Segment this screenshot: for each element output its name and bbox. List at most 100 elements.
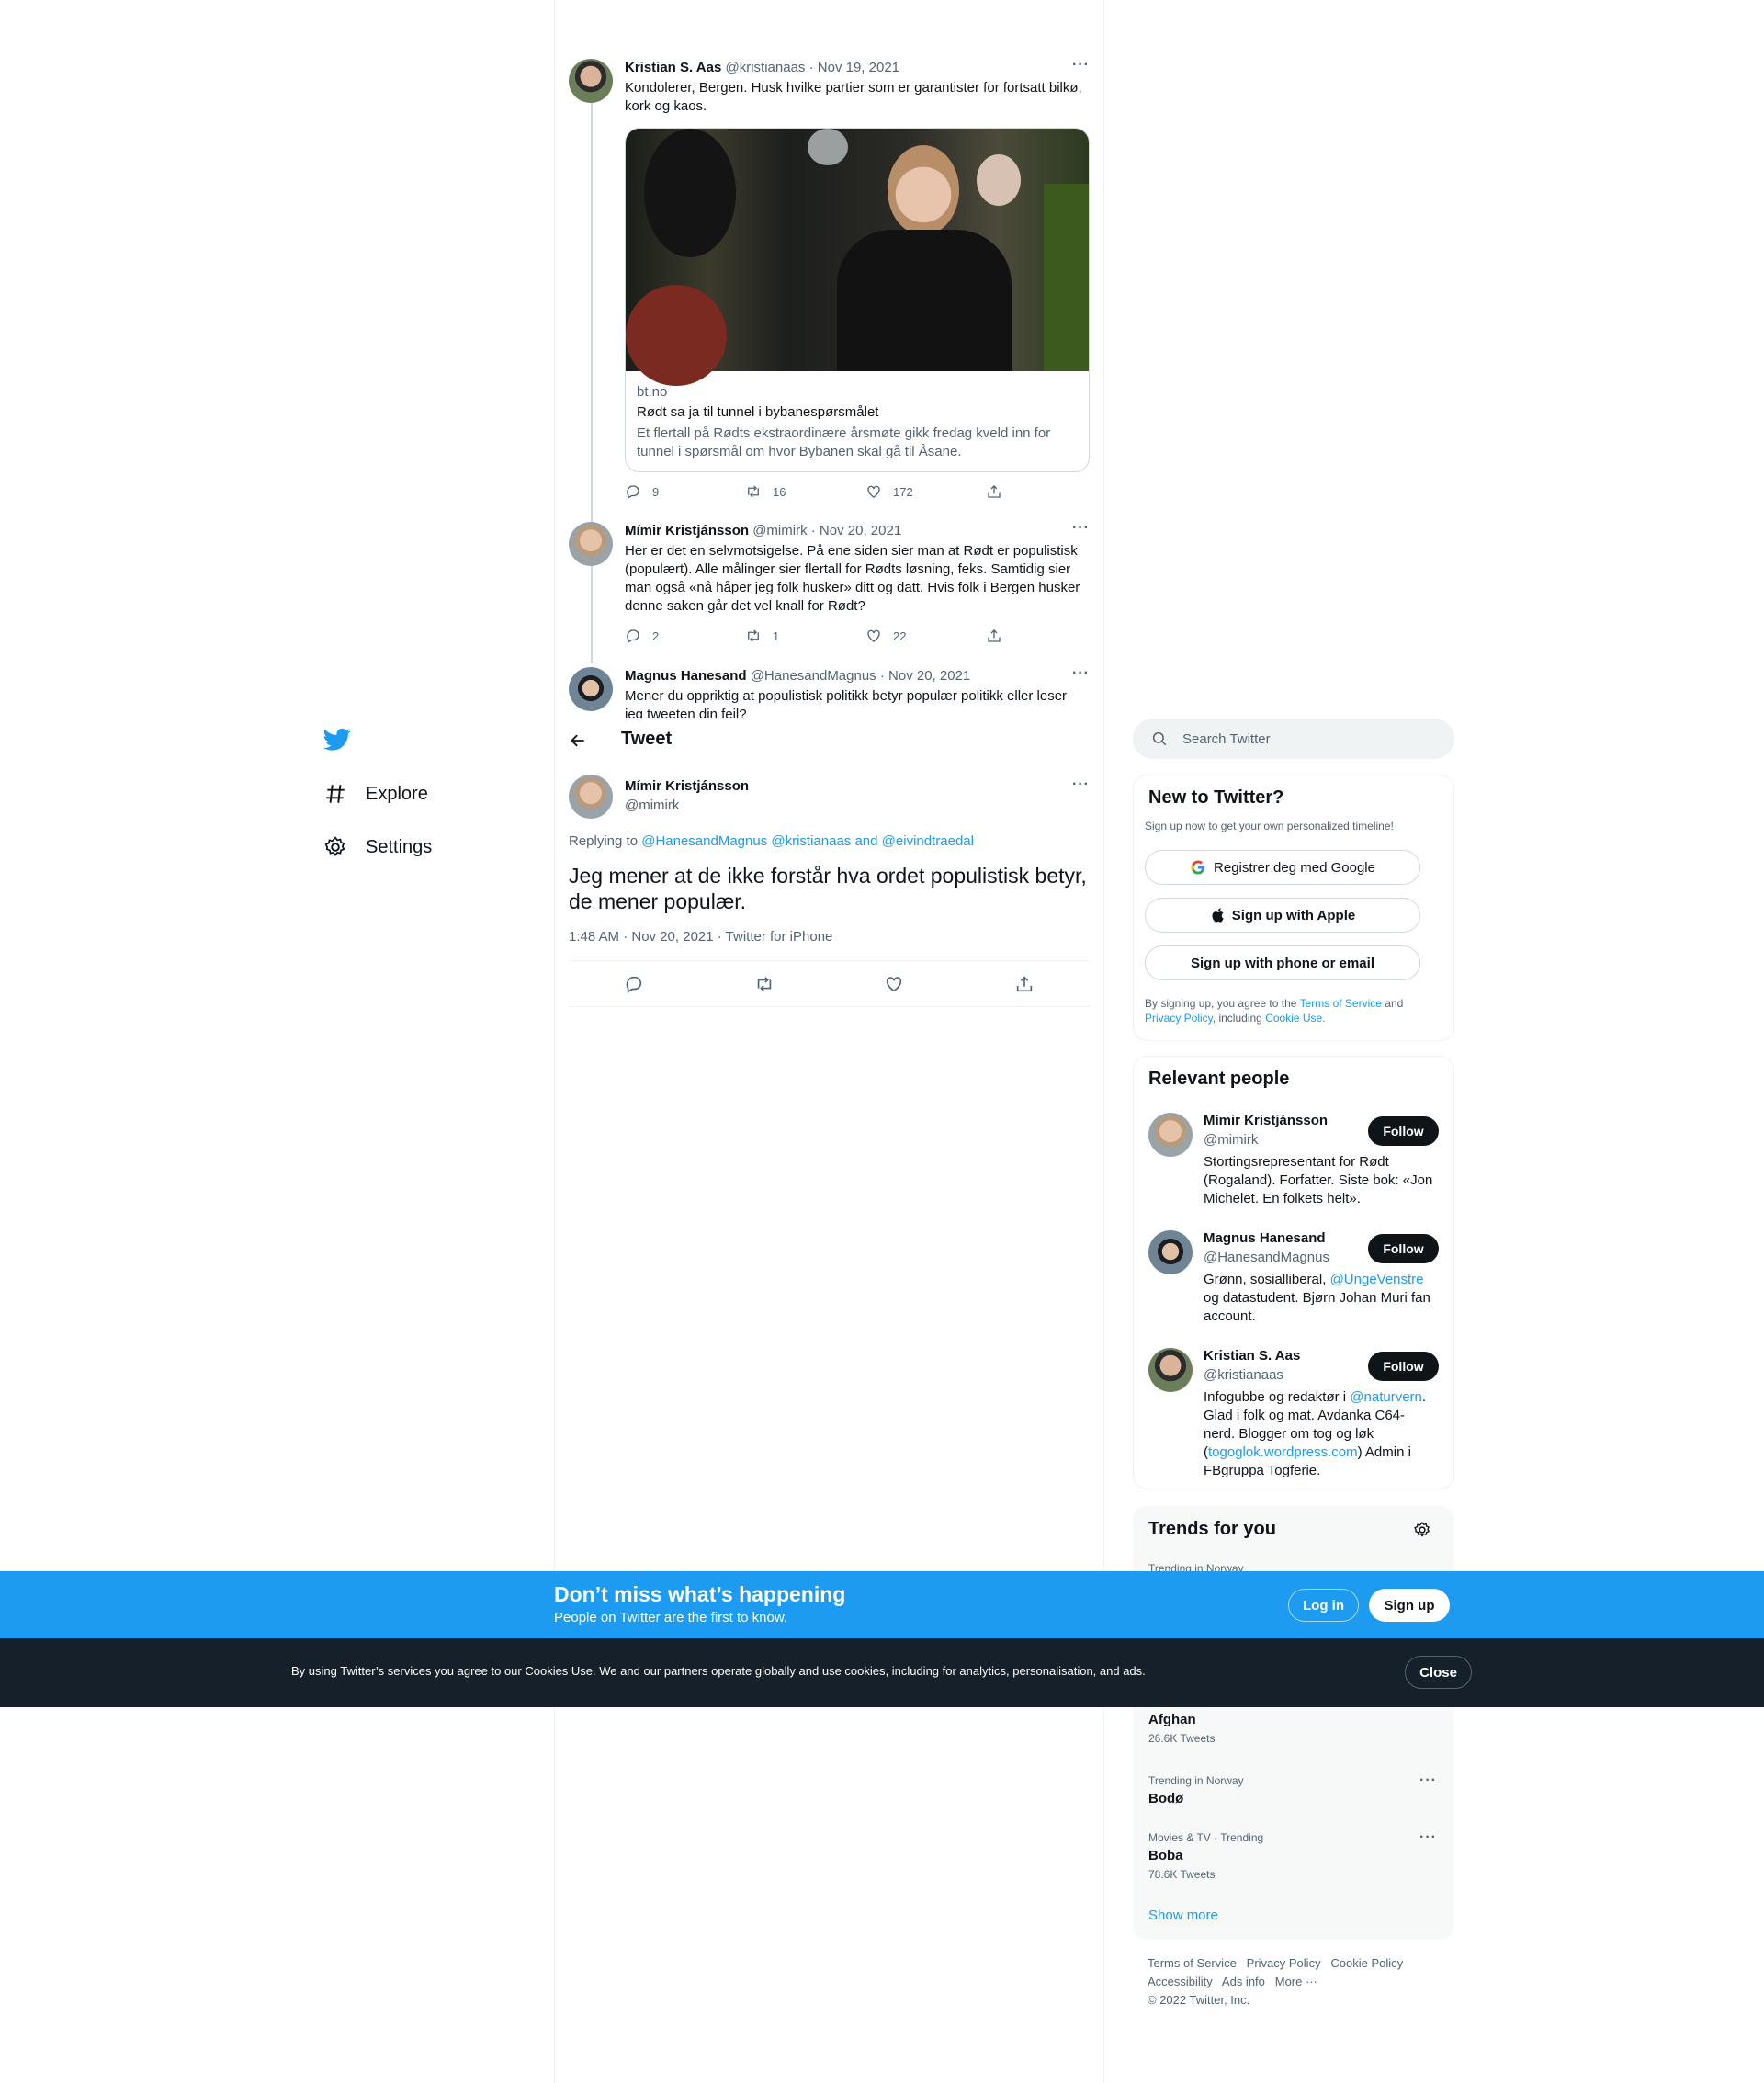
cookie-link[interactable]: Cookie Use. (1265, 1012, 1325, 1025)
person-name[interactable]: Magnus Hanesand (1204, 1230, 1326, 1246)
phone-signup-button[interactable]: Sign up with phone or email (1145, 945, 1420, 980)
author-handle[interactable]: @mimirk (625, 798, 679, 813)
avatar[interactable] (1148, 1113, 1193, 1157)
url-link[interactable]: togoglok.wordpress.com (1208, 1444, 1358, 1460)
privacy-link[interactable]: Privacy Policy (1145, 1012, 1213, 1025)
show-more-link[interactable]: Show more (1148, 1908, 1218, 1923)
person-bio-line: (Rogaland). Forfatter. Siste bok: «Jon (1204, 1172, 1433, 1188)
panel-subtitle: Sign up now to get your own personalized… (1145, 820, 1394, 832)
author-name[interactable]: Magnus Hanesand (625, 668, 747, 684)
follow-button[interactable]: Follow (1368, 1352, 1439, 1381)
signup-button[interactable]: Sign up (1369, 1589, 1450, 1622)
trend-name[interactable]: Afghan (1148, 1712, 1196, 1727)
share-icon[interactable] (1014, 974, 1035, 994)
reply-button[interactable]: 2 (625, 628, 745, 644)
retweet-count: 16 (773, 484, 786, 499)
person-handle[interactable]: @mimirk (1204, 1132, 1258, 1148)
tweet-date[interactable]: · Nov 20, 2021 (811, 523, 901, 538)
avatar[interactable] (569, 522, 613, 566)
login-button[interactable]: Log in (1288, 1589, 1359, 1622)
footer-link[interactable]: Terms of Service (1148, 1956, 1237, 1970)
retweet-button[interactable]: 16 (745, 483, 865, 500)
gear-icon[interactable] (1413, 1521, 1431, 1539)
mention-link[interactable]: @UngeVenstre (1330, 1272, 1424, 1287)
legal-text: , including (1212, 1012, 1262, 1025)
close-button[interactable]: Close (1405, 1656, 1472, 1689)
person-name[interactable]: Mímir Kristjánsson (1204, 1113, 1328, 1128)
nav-settings[interactable]: Settings (323, 835, 432, 859)
author-name[interactable]: Kristian S. Aas (625, 60, 721, 75)
banner-subline: People on Twitter are the first to know. (554, 1610, 788, 1625)
author-name[interactable]: Mímir Kristjánsson (625, 778, 749, 794)
share-button[interactable] (986, 483, 1106, 500)
follow-button[interactable]: Follow (1368, 1234, 1439, 1263)
footer-link[interactable]: Cookie Policy (1330, 1956, 1403, 1970)
trend-name[interactable]: Boba (1148, 1848, 1183, 1863)
person-handle[interactable]: @HanesandMagnus (1204, 1250, 1329, 1265)
avatar[interactable] (1148, 1230, 1193, 1274)
card-description: Et flertall på Rødts ekstraordinære årsm… (637, 425, 1050, 461)
share-icon (988, 629, 1001, 642)
search-input[interactable]: Search Twitter (1133, 719, 1454, 759)
link-card[interactable]: bt.no Rødt sa ja til tunnel i bybanespør… (625, 128, 1090, 472)
footer-link[interactable]: Privacy Policy (1247, 1956, 1321, 1970)
author-name[interactable]: Mímir Kristjánsson (625, 523, 749, 538)
avatar[interactable] (569, 667, 613, 711)
author-handle[interactable]: @HanesandMagnus (751, 668, 876, 684)
nav-explore[interactable]: Explore (323, 782, 428, 806)
page-header: Tweet (555, 718, 1103, 762)
tweet-date[interactable]: · Nov 19, 2021 (809, 60, 899, 75)
footer-more-link[interactable]: More ··· (1275, 1975, 1317, 1988)
avatar[interactable] (1148, 1348, 1193, 1392)
bio-text: ) Admin i (1357, 1444, 1411, 1460)
avatar[interactable] (569, 775, 613, 819)
back-arrow-icon[interactable] (569, 731, 587, 750)
tweet-text-line: denne saken går det vel knall for Rødt? (625, 598, 865, 614)
more-icon[interactable]: ··· (1419, 1829, 1437, 1846)
divider (569, 1006, 1090, 1007)
reply-icon (627, 485, 639, 499)
more-icon[interactable]: ··· (1072, 776, 1090, 793)
tweet-date[interactable]: · Nov 20, 2021 (880, 668, 970, 684)
phone-signup-label: Sign up with phone or email (1190, 955, 1374, 971)
apple-signup-button[interactable]: Sign up with Apple (1145, 898, 1420, 933)
reply-icon[interactable] (624, 974, 644, 994)
heart-icon[interactable] (884, 974, 904, 994)
trend-name[interactable]: Bodø (1148, 1791, 1183, 1806)
mention-link[interactable]: @naturvern (1350, 1389, 1422, 1405)
person-bio-line: Grønn, sosialliberal, @UngeVenstre (1204, 1271, 1444, 1289)
footer-link[interactable]: Ads info (1222, 1975, 1265, 1988)
mention-link[interactable]: @eivindtraedal (882, 833, 974, 849)
tweet-actions: 9 16 172 (625, 483, 1106, 500)
more-icon[interactable]: ··· (1072, 520, 1090, 537)
twitter-logo-icon[interactable] (323, 728, 351, 752)
google-signup-button[interactable]: Registrer deg med Google (1145, 850, 1420, 885)
person-name[interactable]: Kristian S. Aas (1204, 1348, 1300, 1364)
like-button[interactable]: 22 (865, 628, 986, 644)
retweet-icon[interactable] (754, 974, 775, 994)
avatar[interactable] (569, 59, 613, 103)
tos-link[interactable]: Terms of Service (1300, 997, 1382, 1010)
author-handle[interactable]: @kristianaas (726, 60, 806, 75)
main-tweet-text-line: Jeg mener at de ikke forstår hva ordet p… (569, 864, 1087, 888)
new-to-twitter-panel: New to Twitter? Sign up now to get your … (1133, 775, 1454, 1041)
tweet-timestamp[interactable]: 1:48 AM · Nov 20, 2021 · Twitter for iPh… (569, 929, 832, 945)
more-icon[interactable]: ··· (1419, 1772, 1437, 1789)
person-handle[interactable]: @kristianaas (1204, 1367, 1283, 1383)
retweet-icon (748, 485, 759, 498)
follow-button[interactable]: Follow (1368, 1116, 1439, 1146)
mention-link[interactable]: @HanesandMagnus @kristianaas (641, 833, 851, 849)
author-handle[interactable]: @mimirk (752, 523, 807, 538)
more-icon[interactable]: ··· (1072, 665, 1090, 682)
retweet-button[interactable]: 1 (745, 628, 865, 644)
reply-button[interactable]: 9 (625, 483, 745, 500)
more-icon[interactable]: ··· (1072, 57, 1090, 74)
like-button[interactable]: 172 (865, 483, 986, 500)
tweet-text-line: Mener du oppriktig at populistisk politi… (625, 688, 1068, 704)
card-image-figure (626, 285, 727, 386)
panel-title: Trends for you (1148, 1519, 1276, 1539)
tweet-text-line: Her er det en selvmotsigelse. På ene sid… (625, 543, 1078, 559)
share-button[interactable] (986, 628, 1106, 644)
footer-link[interactable]: Accessibility (1148, 1975, 1213, 1988)
card-description-line: tunnel i spørsmål om hvor Bybanen skal g… (637, 444, 962, 459)
